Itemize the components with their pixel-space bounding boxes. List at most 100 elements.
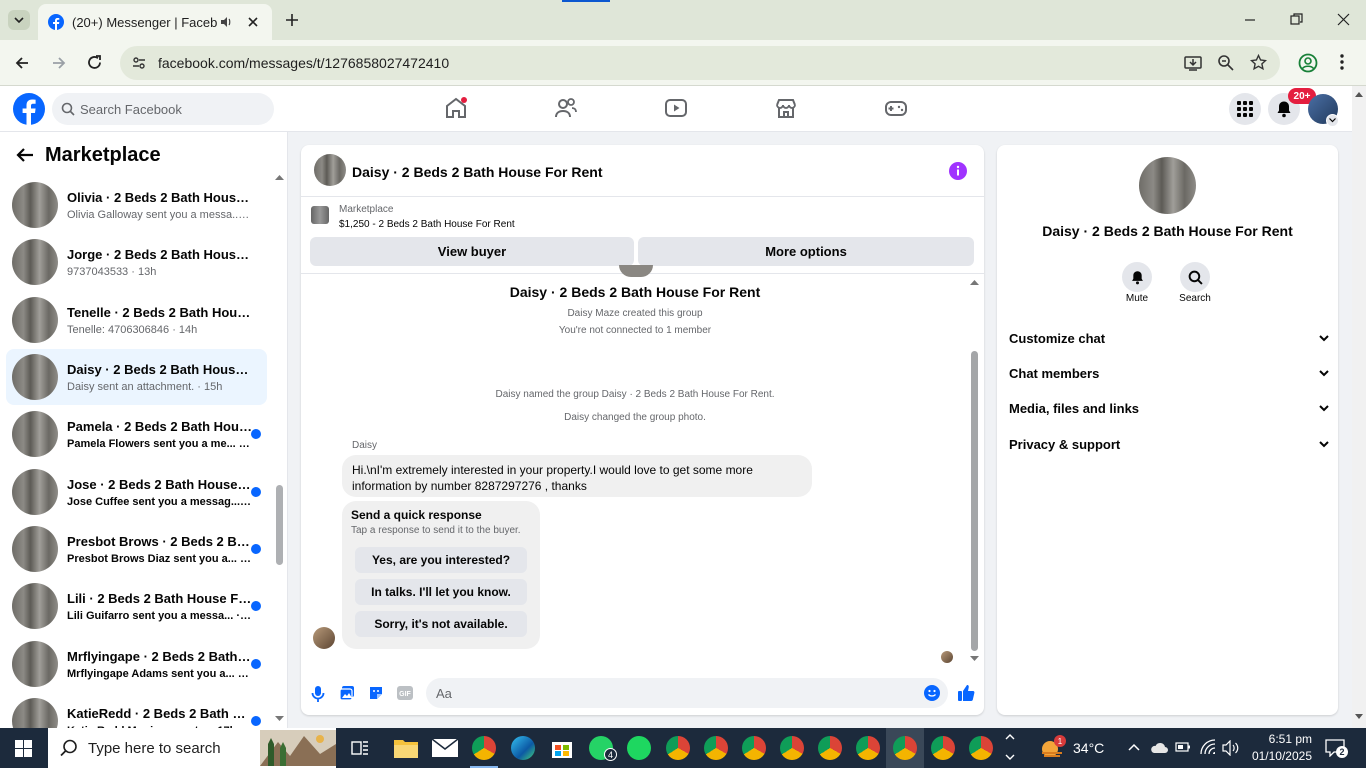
menu-button[interactable] <box>1229 93 1261 125</box>
scroll-up-arrow-icon[interactable] <box>1355 92 1363 97</box>
back-icon[interactable] <box>14 55 30 71</box>
sidebar-scroll-thumb[interactable] <box>276 485 283 565</box>
clock-date[interactable]: 01/10/2025 <box>1244 749 1312 763</box>
taskbar-search-input[interactable]: Type here to search <box>48 728 336 768</box>
customize-chat-section[interactable]: Customize chat <box>1009 323 1329 353</box>
volume-icon[interactable] <box>1222 740 1240 756</box>
mute-button[interactable] <box>1122 262 1152 292</box>
conversation-item[interactable]: KatieRedd · 2 Beds 2 Bath Ho...Katie Red… <box>6 693 267 728</box>
forward-icon[interactable] <box>51 55 67 71</box>
conversation-item[interactable]: Presbot Brows · 2 Beds 2 Bath... Presbot … <box>6 521 267 577</box>
microphone-icon[interactable] <box>311 685 325 703</box>
weather-temperature[interactable]: 34°C <box>1073 740 1104 756</box>
tab-search-button[interactable] <box>8 10 30 30</box>
mail-icon[interactable] <box>432 739 458 757</box>
browser-tab[interactable]: (20+) Messenger | Facebook <box>38 4 272 40</box>
profile-icon[interactable] <box>1298 53 1318 73</box>
quick-reply-in-talks[interactable]: In talks. I'll let you know. <box>355 579 527 605</box>
zoom-icon[interactable] <box>1217 54 1234 71</box>
chat-scroll-thumb[interactable] <box>971 351 978 651</box>
marketplace-icon[interactable] <box>774 96 798 120</box>
sender-avatar[interactable] <box>313 627 335 649</box>
facebook-search-input[interactable]: Search Facebook <box>52 93 274 125</box>
scroll-down-arrow-icon[interactable] <box>970 656 979 661</box>
emoji-icon[interactable] <box>924 685 940 701</box>
privacy-support-section[interactable]: Privacy & support <box>1009 429 1329 459</box>
chrome-profile-icon[interactable] <box>666 736 690 760</box>
back-arrow-icon[interactable] <box>16 147 34 163</box>
task-view-icon[interactable] <box>351 739 369 757</box>
account-chevron[interactable] <box>1326 114 1339 127</box>
scroll-up-arrow-icon[interactable] <box>970 280 979 285</box>
chrome-profile-icon[interactable] <box>780 736 804 760</box>
chat-scrollbar[interactable] <box>969 278 981 663</box>
address-bar[interactable]: facebook.com/messages/t/1276858027472410 <box>120 46 1280 80</box>
restore-icon[interactable] <box>1290 13 1303 26</box>
chat-title[interactable]: Daisy · 2 Beds 2 Bath House For Rent <box>352 164 603 180</box>
message-bubble[interactable]: Hi.\nI'm extremely interested in your pr… <box>342 455 812 497</box>
conversation-item[interactable]: Lili · 2 Beds 2 Bath House For ... Lili G… <box>6 578 267 634</box>
search-chat-button[interactable] <box>1180 262 1210 292</box>
speaker-icon[interactable] <box>219 15 233 29</box>
quick-reply-interested[interactable]: Yes, are you interested? <box>355 547 527 573</box>
conversation-item[interactable]: Pamela · 2 Beds 2 Bath House ... Pamela F… <box>6 406 267 462</box>
store-icon[interactable] <box>550 736 574 760</box>
new-tab-icon[interactable] <box>284 12 300 28</box>
reload-icon[interactable] <box>86 54 103 71</box>
bookmark-star-icon[interactable] <box>1250 54 1267 71</box>
chat-members-section[interactable]: Chat members <box>1009 358 1329 388</box>
install-app-icon[interactable] <box>1184 54 1202 72</box>
chrome-profile-icon[interactable] <box>818 736 842 760</box>
edge-icon[interactable] <box>511 736 535 760</box>
chevron-up-icon[interactable] <box>1128 743 1140 751</box>
close-tab-icon[interactable] <box>247 16 259 28</box>
windows-start-icon[interactable] <box>15 740 32 757</box>
home-icon[interactable] <box>445 96 467 120</box>
close-window-icon[interactable] <box>1337 13 1350 26</box>
quick-reply-not-available[interactable]: Sorry, it's not available. <box>355 611 527 637</box>
battery-icon[interactable] <box>1175 741 1191 753</box>
chrome-profile-icon[interactable] <box>931 736 955 760</box>
like-thumbs-up-icon[interactable] <box>957 684 975 702</box>
info-icon[interactable] <box>949 162 967 180</box>
friends-icon[interactable] <box>554 96 578 120</box>
site-settings-icon[interactable] <box>132 56 146 70</box>
conversation-item[interactable]: Tenelle · 2 Beds 2 Bath House F... Tenell… <box>6 292 267 348</box>
chrome-profile-icon[interactable] <box>969 736 993 760</box>
chrome-active-icon[interactable] <box>893 736 917 760</box>
file-explorer-icon[interactable] <box>394 738 418 758</box>
more-options-button[interactable]: More options <box>638 237 974 266</box>
chrome-profile-icon[interactable] <box>856 736 880 760</box>
conversation-item[interactable]: Jose · 2 Beds 2 Bath House Fo... Jose Cuf… <box>6 464 267 520</box>
sidebar-scrollbar[interactable] <box>274 172 286 728</box>
sticker-icon[interactable] <box>368 685 384 701</box>
photo-icon[interactable] <box>339 685 355 701</box>
conversation-item[interactable]: Jorge · 2 Beds 2 Bath House For... 973704… <box>6 234 267 290</box>
conversation-item[interactable]: Mrflyingape · 2 Beds 2 Bath H... Mrflying… <box>6 636 267 692</box>
chrome-profile-icon[interactable] <box>742 736 766 760</box>
chrome-icon[interactable] <box>472 736 496 760</box>
gaming-icon[interactable] <box>884 96 908 120</box>
facebook-logo-icon[interactable] <box>13 93 45 125</box>
page-scrollbar[interactable] <box>1352 86 1366 728</box>
media-files-links-section[interactable]: Media, files and links <box>1009 393 1329 423</box>
gif-icon[interactable]: GIF <box>397 686 413 700</box>
scroll-up-arrow-icon[interactable] <box>275 175 284 180</box>
clock-time[interactable]: 6:51 pm <box>1248 732 1312 746</box>
scroll-down-arrow-icon[interactable] <box>275 716 284 721</box>
message-input[interactable]: Aa <box>426 678 948 708</box>
conversation-item[interactable]: Daisy · 2 Beds 2 Bath House For... Daisy … <box>6 349 267 405</box>
conversation-item[interactable]: Olivia · 2 Beds 2 Bath House For... Olivi… <box>6 177 267 233</box>
onedrive-cloud-icon[interactable] <box>1150 740 1168 754</box>
video-icon[interactable] <box>664 96 688 120</box>
view-buyer-button[interactable]: View buyer <box>310 237 634 266</box>
scroll-down-arrow-icon[interactable] <box>1355 714 1363 719</box>
taskbar-overflow[interactable] <box>1003 730 1017 766</box>
browser-menu-icon[interactable] <box>1340 54 1344 70</box>
chat-avatar[interactable] <box>314 154 346 186</box>
chrome-profile-icon[interactable] <box>704 736 728 760</box>
minimize-icon[interactable] <box>1244 14 1256 26</box>
details-avatar[interactable] <box>1139 157 1196 214</box>
listing-title[interactable]: $1,250 - 2 Beds 2 Bath House For Rent <box>339 219 515 230</box>
spotify-icon[interactable] <box>627 736 651 760</box>
